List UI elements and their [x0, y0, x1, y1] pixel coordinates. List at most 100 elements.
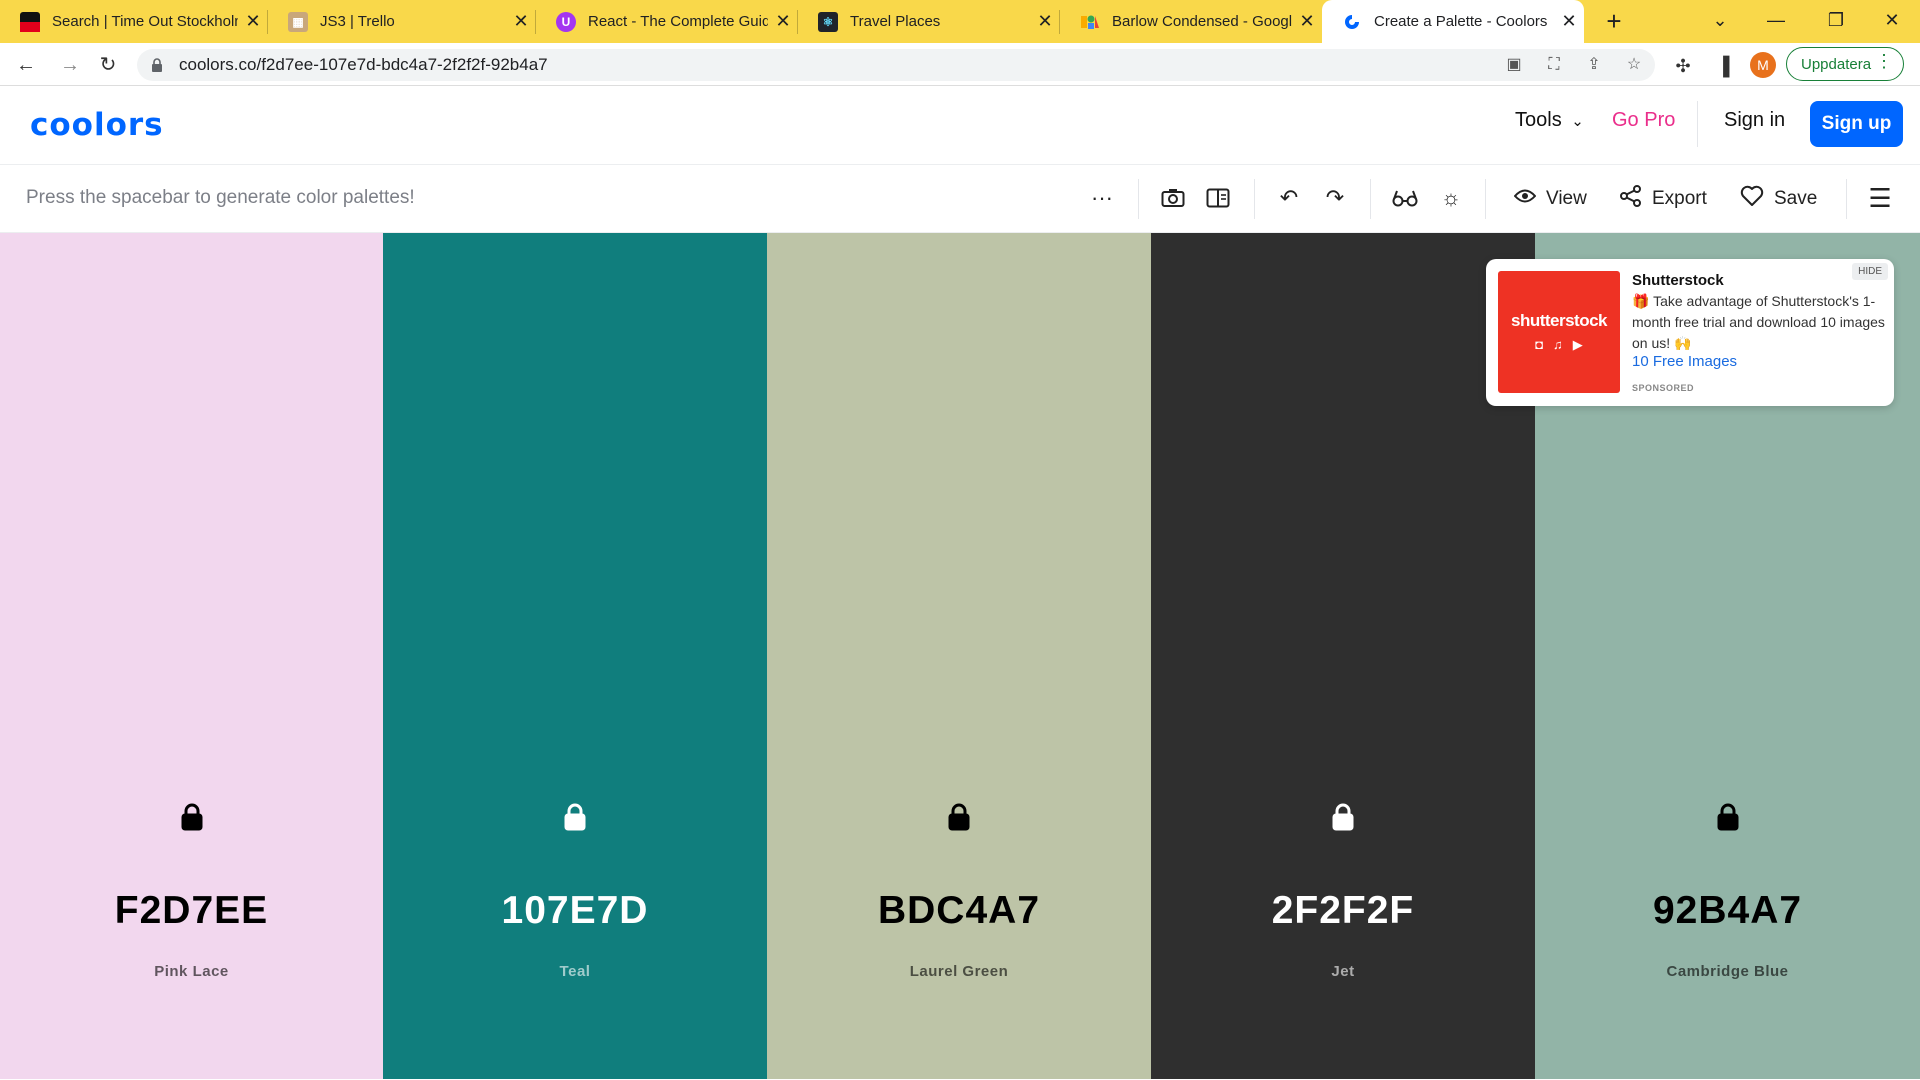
sponsored-label: SPONSORED	[1632, 383, 1695, 393]
tab-close-icon[interactable]: ✕	[506, 11, 536, 32]
update-browser-button[interactable]: Uppdatera ⋮	[1786, 47, 1904, 81]
hex-code[interactable]: 107E7D	[383, 889, 767, 933]
udemy-favicon-icon: U	[556, 11, 576, 32]
tab-coolors-active[interactable]: Create a Palette - Coolors ✕	[1322, 0, 1584, 43]
hex-code[interactable]: BDC4A7	[767, 889, 1151, 933]
color-swatch[interactable]: BDC4A7 Laurel Green	[767, 233, 1151, 1079]
color-swatch[interactable]: 107E7D Teal	[383, 233, 767, 1079]
browser-toolbar: ← → ↻ coolors.co/f2d7ee-107e7d-bdc4a7-2f…	[0, 43, 1920, 86]
eye-icon	[1513, 188, 1537, 210]
browser-menu-icon[interactable]: ⋮	[1875, 51, 1893, 72]
hex-code[interactable]: 2F2F2F	[1151, 889, 1535, 933]
new-tab-plus-icon[interactable]: +	[1598, 4, 1630, 38]
adjust-brightness-icon[interactable]: ☼	[1436, 183, 1466, 213]
lock-icon[interactable]	[180, 803, 204, 831]
lock-icon[interactable]	[563, 803, 587, 831]
tab-close-icon[interactable]: ✕	[1554, 11, 1584, 32]
color-swatch[interactable]: 2F2F2F Jet	[1151, 233, 1535, 1079]
save-button[interactable]: Save	[1740, 183, 1817, 215]
reload-icon[interactable]: ↻	[92, 49, 124, 81]
export-button[interactable]: Export	[1620, 183, 1707, 215]
cast-blocked-icon[interactable]: ▣	[1503, 55, 1525, 75]
view-button[interactable]: View	[1513, 183, 1587, 215]
tab-trello[interactable]: ▦ JS3 | Trello ✕	[268, 0, 536, 43]
view-label: View	[1546, 188, 1587, 209]
camera-icon: ◘	[1535, 337, 1544, 352]
sign-in-link[interactable]: Sign in	[1724, 109, 1785, 132]
heart-icon	[1740, 185, 1764, 213]
react-favicon-icon: ⚛	[818, 11, 838, 32]
translate-icon[interactable]: ⛶	[1543, 55, 1565, 75]
color-blindness-glasses-icon[interactable]	[1390, 183, 1420, 213]
tab-title: JS3 | Trello	[320, 13, 395, 30]
back-arrow-icon[interactable]: ←	[10, 49, 42, 81]
bookmark-star-icon[interactable]: ☆	[1623, 55, 1645, 75]
redo-icon[interactable]: ↷	[1320, 183, 1350, 213]
share-nodes-icon	[1620, 185, 1642, 213]
sign-up-button[interactable]: Sign up	[1810, 101, 1903, 147]
tab-close-icon[interactable]: ✕	[1030, 11, 1060, 32]
color-name: Laurel Green	[909, 963, 1009, 980]
tab-title: Travel Places	[850, 13, 941, 30]
quick-view-icon[interactable]	[1203, 183, 1233, 213]
hamburger-menu-icon[interactable]: ☰	[1865, 183, 1895, 213]
restore-icon[interactable]: ❐	[1806, 0, 1866, 40]
trello-favicon-icon: ▦	[288, 11, 308, 32]
color-name: Jet	[1331, 963, 1355, 980]
share-icon[interactable]: ⇪	[1583, 55, 1605, 75]
tools-label: Tools	[1515, 109, 1562, 131]
ad-text: 🎁 Take advantage of Shutterstock's 1-mon…	[1632, 293, 1885, 351]
ad-title[interactable]: Shutterstock	[1632, 272, 1724, 289]
hex-code[interactable]: 92B4A7	[1535, 889, 1920, 933]
more-options-icon[interactable]: ···	[1087, 183, 1117, 213]
hide-ad-button[interactable]: HIDE	[1852, 263, 1888, 280]
tab-close-icon[interactable]: ✕	[238, 11, 268, 32]
tab-title: Barlow Condensed - Google Fonts	[1112, 13, 1292, 30]
tab-title: React - The Complete Guide	[588, 13, 768, 30]
color-name: Pink Lace	[154, 963, 229, 980]
tab-search-chevron-icon[interactable]: ⌄	[1690, 0, 1750, 40]
color-swatch[interactable]: F2D7EE Pink Lace	[0, 233, 383, 1079]
undo-icon[interactable]: ↶	[1274, 183, 1304, 213]
site-header: coolors Tools ⌄ Go Pro Sign in Sign up	[0, 87, 1920, 165]
play-icon: ▶	[1572, 337, 1583, 352]
lock-icon[interactable]	[1331, 803, 1355, 831]
save-label: Save	[1774, 188, 1818, 209]
tab-google-fonts[interactable]: Barlow Condensed - Google Fonts ✕	[1060, 0, 1322, 43]
shutterstock-logo[interactable]: shutterstock ◘ ♫ ▶	[1498, 271, 1620, 393]
tools-menu[interactable]: Tools ⌄	[1515, 109, 1584, 132]
timeout-favicon-icon	[20, 11, 40, 32]
tab-close-icon[interactable]: ✕	[768, 11, 798, 32]
coolors-logo[interactable]: coolors	[30, 107, 164, 143]
extensions-puzzle-icon[interactable]: ✣	[1670, 53, 1696, 79]
sponsored-ad-card[interactable]: HIDE shutterstock ◘ ♫ ▶ Shutterstock 🎁 T…	[1486, 259, 1894, 406]
go-pro-link[interactable]: Go Pro	[1612, 109, 1675, 132]
export-label: Export	[1652, 188, 1707, 209]
spacebar-hint: Press the spacebar to generate color pal…	[26, 187, 415, 208]
tab-udemy[interactable]: U React - The Complete Guide ✕	[536, 0, 798, 43]
color-name: Cambridge Blue	[1666, 963, 1789, 980]
tab-timeout[interactable]: Search | Time Out Stockholm ✕	[0, 0, 268, 43]
side-panel-icon[interactable]: ▐	[1710, 53, 1736, 79]
color-name: Teal	[559, 963, 591, 980]
lock-icon[interactable]	[947, 803, 971, 831]
tab-travel-places[interactable]: ⚛ Travel Places ✕	[798, 0, 1060, 43]
lock-icon	[152, 58, 162, 72]
address-bar[interactable]: coolors.co/f2d7ee-107e7d-bdc4a7-2f2f2f-9…	[137, 49, 1655, 81]
browser-tab-strip: Search | Time Out Stockholm ✕ ▦ JS3 | Tr…	[0, 0, 1920, 43]
url-text: coolors.co/f2d7ee-107e7d-bdc4a7-2f2f2f-9…	[179, 55, 548, 74]
hex-code[interactable]: F2D7EE	[0, 889, 383, 933]
music-note-icon: ♫	[1553, 337, 1563, 352]
forward-arrow-icon[interactable]: →	[54, 49, 86, 81]
minimize-icon[interactable]: —	[1746, 0, 1806, 40]
tab-close-icon[interactable]: ✕	[1292, 11, 1322, 32]
generator-toolbar: Press the spacebar to generate color pal…	[0, 165, 1920, 233]
close-window-icon[interactable]: ✕	[1862, 0, 1920, 40]
camera-icon[interactable]	[1158, 183, 1188, 213]
update-label: Uppdatera	[1801, 55, 1872, 73]
tab-title: Search | Time Out Stockholm	[52, 13, 238, 30]
lock-icon[interactable]	[1716, 803, 1740, 831]
ad-link[interactable]: 10 Free Images	[1632, 353, 1737, 370]
tab-title: Create a Palette - Coolors	[1374, 13, 1548, 30]
profile-avatar[interactable]: M	[1750, 52, 1776, 78]
